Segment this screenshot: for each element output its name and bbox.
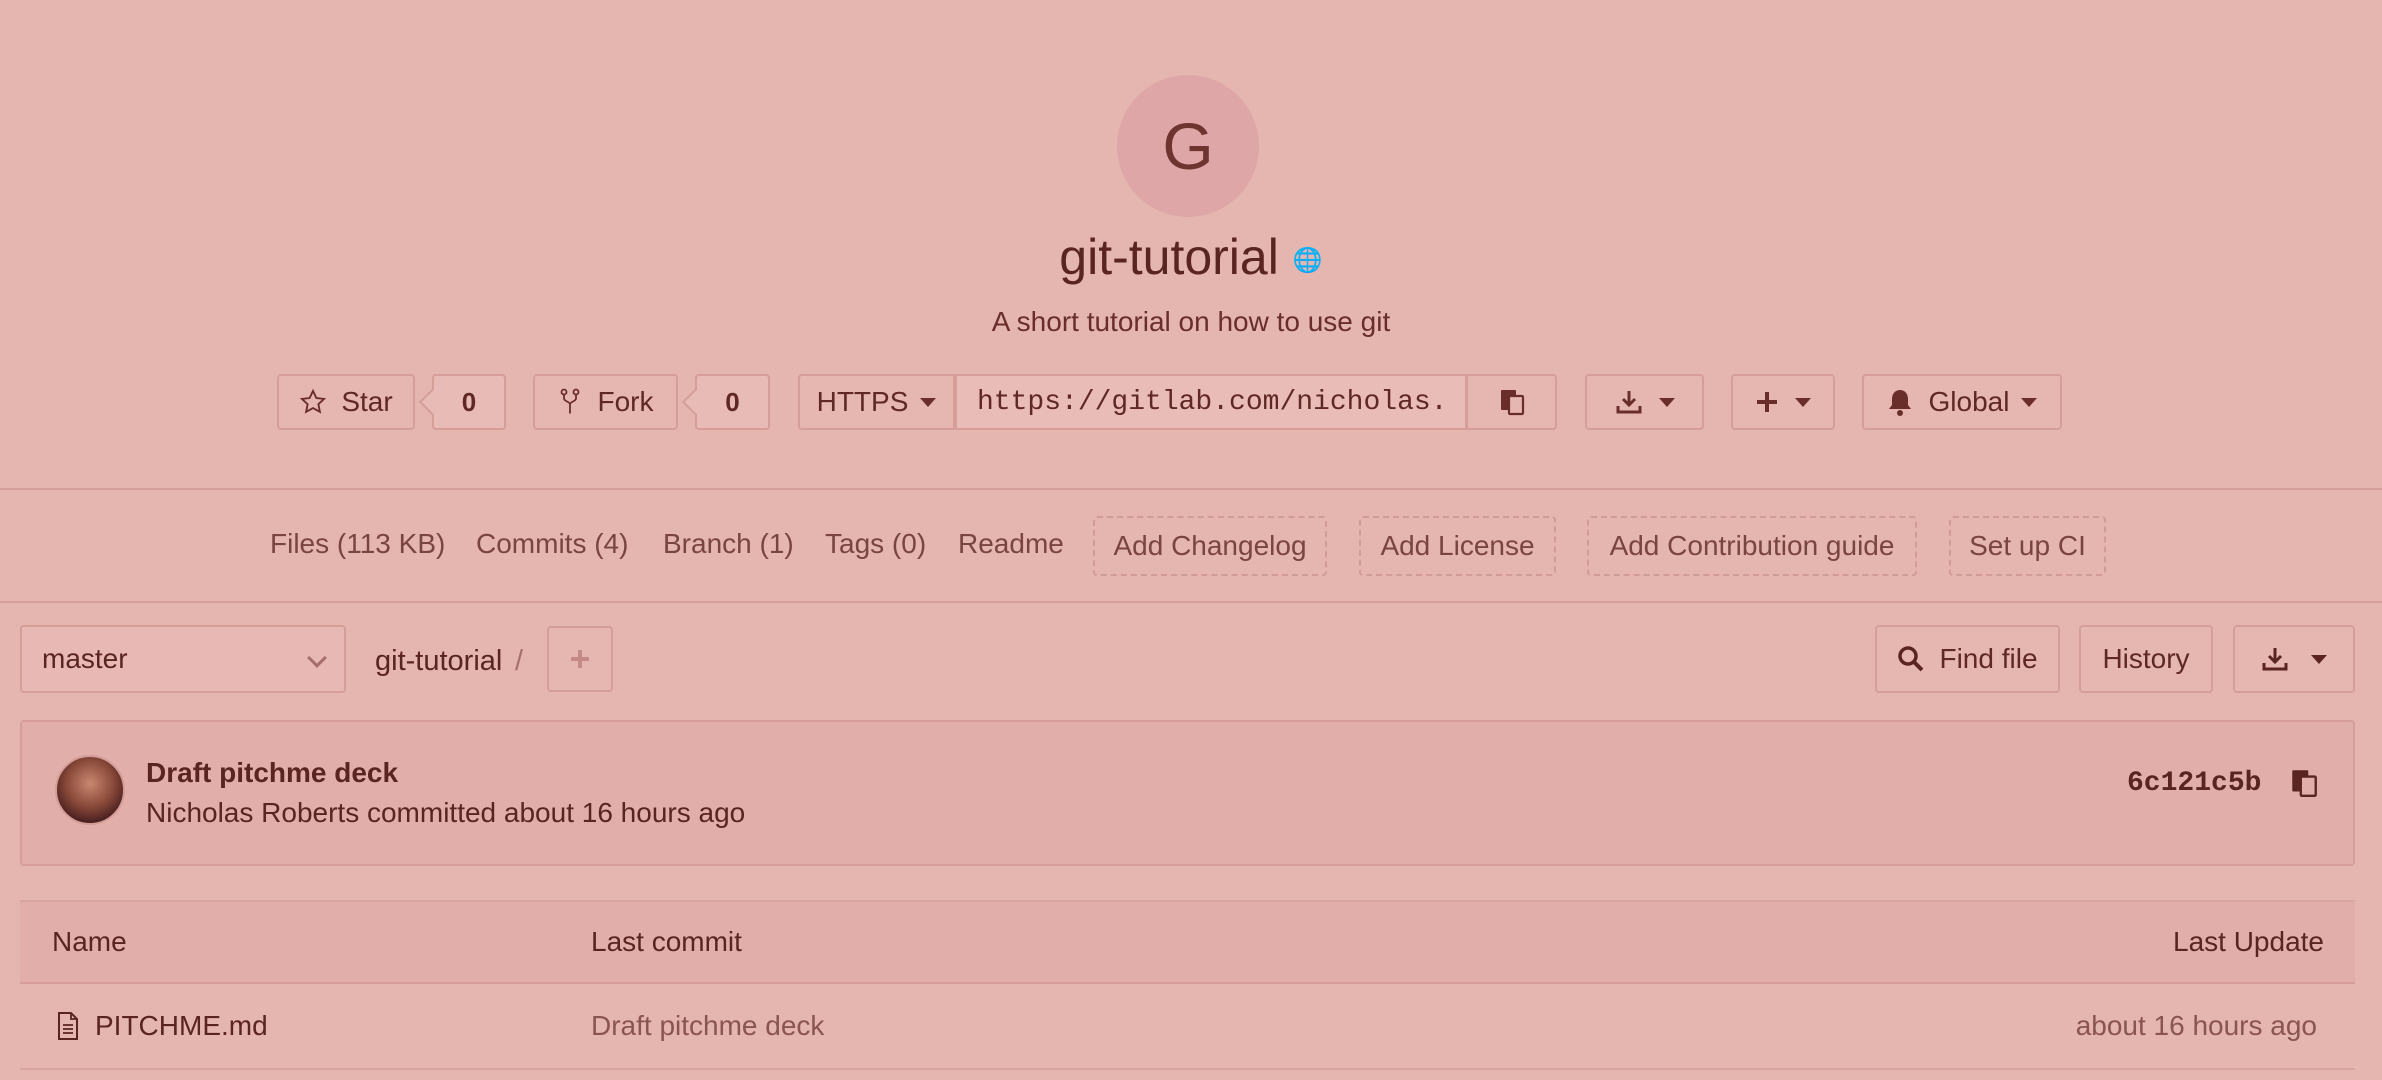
add-license-button[interactable]: Add License <box>1359 516 1556 576</box>
project-name: git-tutorial <box>1059 229 1279 285</box>
fork-button[interactable]: Fork <box>533 374 678 430</box>
file-last-commit-link[interactable]: Draft pitchme deck <box>591 1010 824 1042</box>
add-contribution-guide-button[interactable]: Add Contribution guide <box>1587 516 1917 576</box>
globe-icon: 🌐 <box>1292 247 1323 275</box>
project-title: git-tutorial 🌐 <box>0 228 2382 286</box>
notification-dropdown[interactable]: Global <box>1862 374 2062 430</box>
star-button[interactable]: Star <box>277 374 415 430</box>
clipboard-icon <box>1500 390 1524 416</box>
nav-commits[interactable]: Commits (4) <box>476 528 628 560</box>
nav-divider <box>0 601 2382 603</box>
fork-icon <box>560 388 579 414</box>
clipboard-icon <box>2292 770 2317 797</box>
commit-sha[interactable]: 6c121c5b <box>2127 768 2261 799</box>
column-last-commit: Last commit <box>591 926 742 957</box>
files-table-header <box>20 900 2355 984</box>
nav-readme[interactable]: Readme <box>958 528 1064 560</box>
last-commit-panel <box>20 720 2355 866</box>
copy-url-button[interactable] <box>1466 374 1557 430</box>
history-button[interactable]: History <box>2079 625 2213 693</box>
branch-select-value: master <box>42 643 128 674</box>
bell-icon <box>1888 390 1911 416</box>
fork-count-value: 0 <box>725 386 740 417</box>
search-icon <box>1898 646 1924 672</box>
caret-down-icon <box>2021 397 2038 407</box>
plus-icon <box>1757 392 1777 412</box>
repo-download-dropdown[interactable] <box>2233 625 2355 693</box>
caret-down-icon <box>920 397 937 407</box>
fork-label: Fork <box>597 386 654 417</box>
fork-count[interactable]: 0 <box>695 374 770 430</box>
protocol-label: HTTPS <box>816 386 909 417</box>
copy-sha-button[interactable] <box>2289 767 2319 804</box>
breadcrumb-repo[interactable]: git-tutorial <box>375 645 502 678</box>
file-name-link[interactable]: PITCHME.md <box>95 1010 268 1042</box>
star-label: Star <box>341 386 393 417</box>
star-count[interactable]: 0 <box>432 374 506 430</box>
protocol-dropdown[interactable]: HTTPS <box>798 374 955 430</box>
breadcrumb-separator: / <box>515 645 524 677</box>
header-divider <box>0 488 2382 490</box>
notification-label: Global <box>1928 386 2010 417</box>
chevron-down-icon <box>307 648 327 668</box>
setup-ci-button[interactable]: Set up CI <box>1949 516 2106 576</box>
commit-author-line: Nicholas Roberts committed about 16 hour… <box>146 797 746 828</box>
clone-url-input[interactable]: https://gitlab.com/nicholas. <box>955 374 1467 430</box>
find-file-label: Find file <box>1939 643 2038 674</box>
add-changelog-button[interactable]: Add Changelog <box>1093 516 1327 576</box>
add-file-button[interactable] <box>547 626 613 692</box>
caret-down-icon <box>1658 397 1675 407</box>
star-count-value: 0 <box>461 386 477 417</box>
download-icon <box>1616 391 1641 414</box>
nav-tags[interactable]: Tags (0) <box>825 528 926 560</box>
branch-select[interactable]: master <box>20 625 346 693</box>
file-last-update: about 16 hours ago <box>2075 1010 2317 1041</box>
caret-down-icon <box>1795 397 1811 407</box>
nav-branch[interactable]: Branch (1) <box>663 528 794 560</box>
plus-icon <box>571 650 589 668</box>
avatar[interactable] <box>55 755 125 825</box>
file-icon <box>58 1012 78 1040</box>
row-divider <box>20 1068 2355 1070</box>
commit-title[interactable]: Draft pitchme deck <box>146 757 398 789</box>
download-dropdown[interactable] <box>1585 374 1704 430</box>
project-avatar: G <box>1117 75 1259 217</box>
nav-files[interactable]: Files (113 KB) <box>270 528 445 560</box>
column-name: Name <box>52 926 127 957</box>
find-file-button[interactable]: Find file <box>1875 625 2060 693</box>
project-description: A short tutorial on how to use git <box>991 306 1391 337</box>
star-icon <box>300 388 327 414</box>
caret-down-icon <box>2311 654 2327 664</box>
column-last-update: Last Update <box>2173 926 2324 957</box>
table-row[interactable]: PITCHME.md Draft pitchme deck about 16 h… <box>20 984 2355 1068</box>
project-avatar-letter: G <box>1162 109 1214 183</box>
add-dropdown[interactable] <box>1731 374 1835 430</box>
download-icon <box>2262 648 2288 671</box>
